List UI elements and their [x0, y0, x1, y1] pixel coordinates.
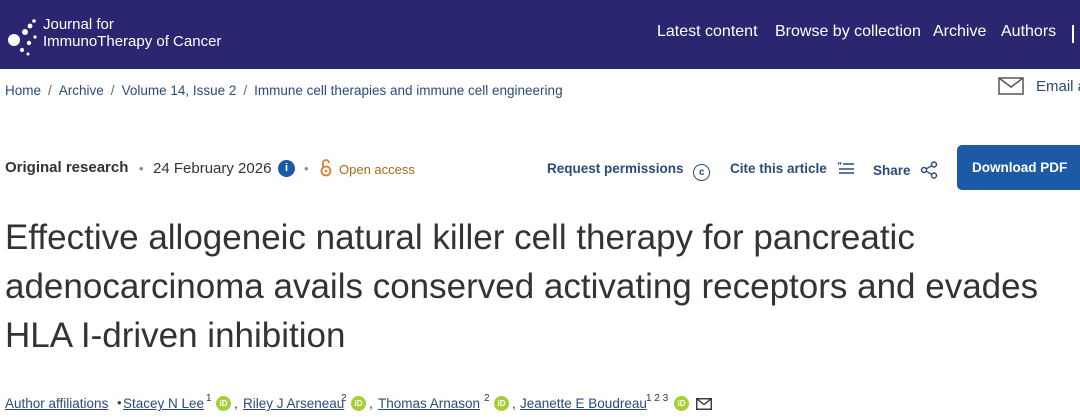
breadcrumb-separator: / [243, 83, 248, 98]
article-type: Original research [5, 159, 129, 176]
citation-icon: “ [837, 161, 854, 174]
article-title-line: Effective allogeneic natural killer cell… [5, 218, 915, 257]
nav-authors[interactable]: Authors [1001, 23, 1056, 41]
copyright-icon: c [693, 164, 711, 181]
meta-separator: • [304, 161, 309, 176]
open-access-label: Open access [339, 162, 415, 177]
author-affiliation-number: 2 [484, 393, 490, 404]
author-name[interactable]: Thomas Arnason [378, 396, 480, 411]
cite-article-label: Cite this article [730, 161, 827, 176]
breadcrumb: Home / Archive / Volume 14, Issue 2 / Immune c… [5, 83, 563, 98]
meta-separator: • [139, 161, 144, 176]
envelope-icon[interactable] [696, 398, 712, 410]
author-affiliation-number: 1 [206, 393, 212, 404]
site-header: Journal for ImmunoTherapy of Cancer Late… [0, 0, 1080, 69]
nav-overflow-item[interactable] [1072, 25, 1080, 43]
breadcrumb-home[interactable]: Home [5, 83, 41, 98]
request-permissions-link[interactable]: Request permissions c [547, 161, 711, 181]
publication-date: 24 February 2026 [153, 160, 272, 177]
orcid-icon[interactable]: iD [494, 396, 509, 411]
nav-latest-content[interactable]: Latest content [657, 23, 758, 41]
author-affiliations-link[interactable]: Author affiliations [5, 396, 108, 411]
breadcrumb-issue[interactable]: Volume 14, Issue 2 [122, 83, 237, 98]
share-icon [921, 161, 938, 179]
breadcrumb-separator: / [48, 83, 52, 98]
main-nav: Latest content Browse by collection Arch… [0, 23, 1080, 43]
orcid-icon[interactable]: iD [674, 396, 689, 411]
nav-browse-by-collection[interactable]: Browse by collection [775, 23, 921, 41]
author-affiliation-number: 2 [341, 393, 347, 404]
author-name[interactable]: Stacey N Lee [123, 396, 204, 411]
share-label: Share [873, 163, 911, 178]
download-pdf-button[interactable]: Download PDF [957, 145, 1080, 190]
breadcrumb-collection[interactable]: Immune cell therapies and immune cell en… [254, 83, 562, 98]
share-link[interactable]: Share [873, 161, 938, 179]
open-lock-icon [320, 159, 332, 177]
email-alerts-label: Email a [1036, 78, 1080, 95]
nav-archive[interactable]: Archive [933, 23, 986, 41]
article-title: Effective allogeneic natural killer cell… [5, 213, 1080, 360]
author-affiliation-number: 1 2 3 [646, 393, 669, 404]
author-comma: , [369, 396, 373, 411]
author-separator: • [117, 395, 122, 410]
article-title-line: HLA I-driven inhibition [5, 316, 346, 355]
info-icon[interactable]: i [278, 160, 295, 177]
breadcrumb-separator: / [110, 83, 115, 98]
author-comma: , [512, 396, 516, 411]
orcid-icon[interactable]: iD [216, 396, 231, 411]
breadcrumb-archive[interactable]: Archive [59, 83, 104, 98]
request-permissions-label: Request permissions [547, 161, 684, 176]
author-name[interactable]: Riley J Arseneau [243, 396, 344, 411]
cite-article-link[interactable]: Cite this article “ [730, 161, 855, 176]
article-title-line: adenocarcinoma avails conserved activati… [5, 267, 1039, 306]
orcid-icon[interactable]: iD [351, 396, 366, 411]
author-name[interactable]: Jeanette E Boudreau [520, 396, 647, 411]
author-comma: , [234, 396, 238, 411]
envelope-icon [998, 77, 1024, 95]
